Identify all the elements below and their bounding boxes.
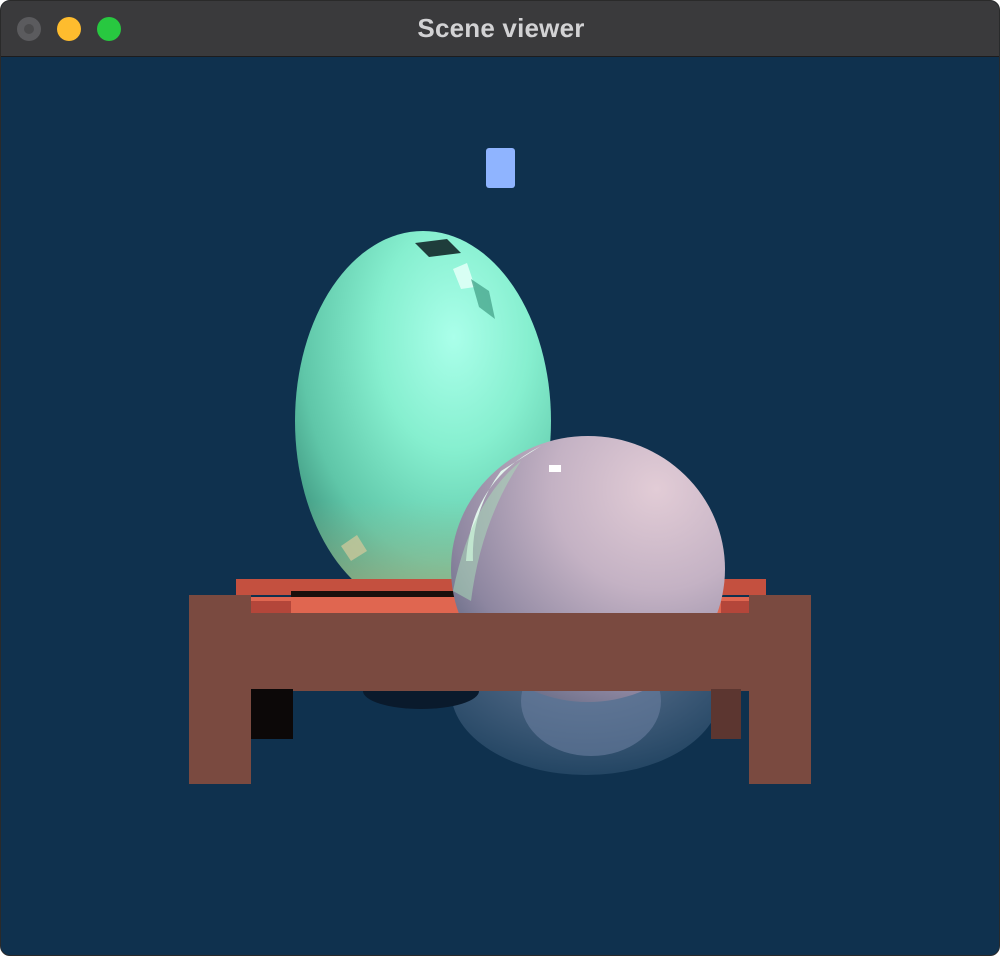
render-viewport[interactable]	[1, 57, 999, 955]
title-bar[interactable]: Scene viewer	[1, 1, 999, 57]
scene-viewer-window: Scene viewer	[0, 0, 1000, 956]
rendered-scene	[189, 148, 811, 784]
window-title: Scene viewer	[417, 13, 585, 43]
light-source-shape	[486, 148, 515, 188]
